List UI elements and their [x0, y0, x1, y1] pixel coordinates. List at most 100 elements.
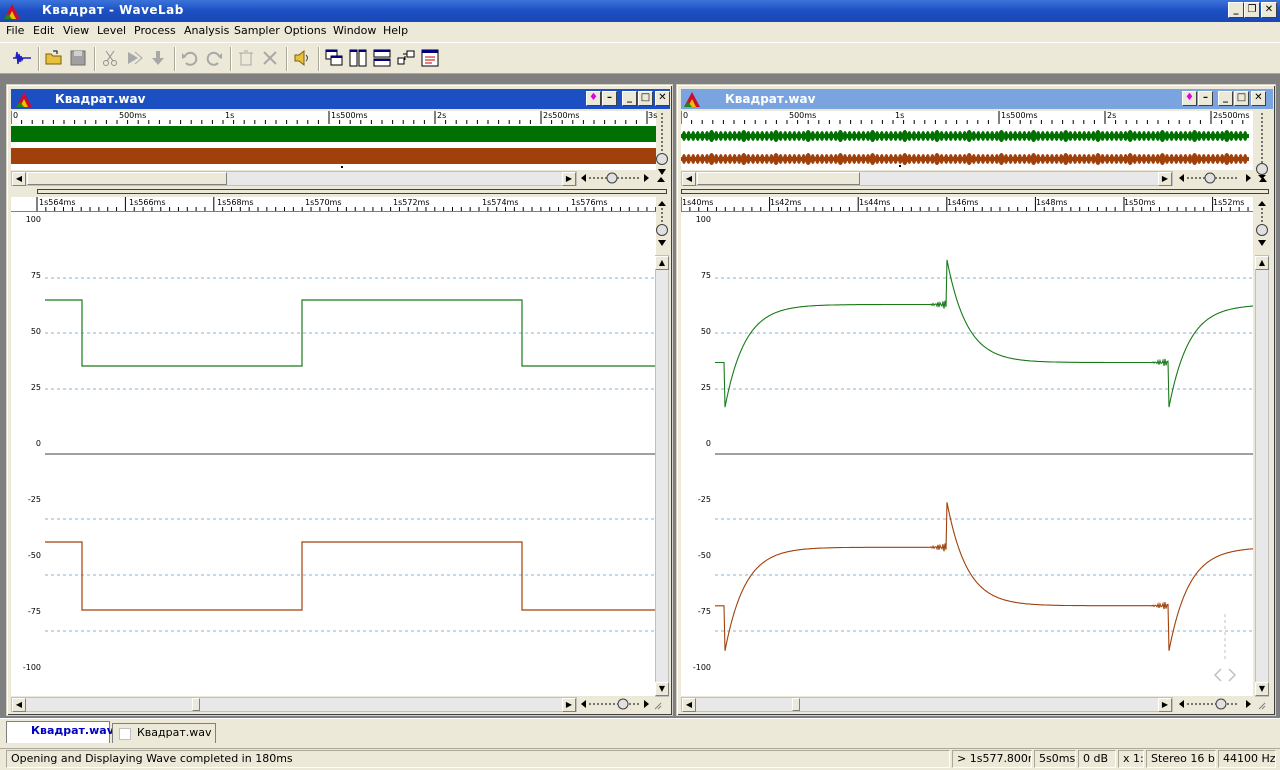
arrange-windows-icon[interactable]: [396, 48, 416, 68]
window-list-icon[interactable]: [420, 48, 440, 68]
scroll-right-button[interactable]: ▶: [1158, 172, 1172, 186]
overview-zoom-slider[interactable]: [1177, 171, 1255, 186]
scroll-right-button[interactable]: ▶: [562, 698, 576, 712]
scroll-up-icon[interactable]: [1257, 173, 1269, 185]
overview-zoom-slider[interactable]: [579, 171, 651, 186]
scale-label: 100: [695, 215, 711, 224]
tile-vertical-icon[interactable]: [348, 48, 368, 68]
trash-icon[interactable]: [236, 48, 256, 68]
marker-pin-icon[interactable]: ♦: [1182, 91, 1197, 106]
overview-waveform[interactable]: [11, 124, 656, 170]
menu-view[interactable]: View: [63, 24, 89, 37]
ruler-label: 1s564ms: [39, 198, 76, 207]
menu-sampler[interactable]: Sampler: [234, 24, 280, 37]
overview-horizontal-scrollbar[interactable]: ◀ ▶: [681, 171, 1173, 186]
menu-analysis[interactable]: Analysis: [184, 24, 229, 37]
overview-vertical-zoom-slider[interactable]: [655, 111, 669, 179]
scroll-thumb[interactable]: [792, 698, 800, 711]
overview-waveform[interactable]: [681, 124, 1253, 170]
menu-file[interactable]: File: [6, 24, 24, 37]
overview-divider[interactable]: [681, 189, 1269, 194]
save-disk-icon[interactable]: [68, 48, 88, 68]
scroll-thumb[interactable]: [697, 172, 860, 185]
close-button[interactable]: ✕: [1261, 2, 1277, 18]
cut-icon[interactable]: [100, 48, 120, 68]
wave-window-left-titlebar[interactable]: Квадрат.wav ♦ – _ □ ✕: [11, 89, 670, 109]
menu-edit[interactable]: Edit: [33, 24, 54, 37]
overview-divider[interactable]: [37, 189, 667, 194]
child-close-button[interactable]: ✕: [1251, 91, 1266, 106]
restore-button[interactable]: ❐: [1244, 2, 1260, 18]
tile-horizontal-icon[interactable]: [372, 48, 392, 68]
scroll-left-button[interactable]: ◀: [682, 172, 696, 186]
scroll-up-button[interactable]: ▲: [655, 256, 669, 270]
child-close-button[interactable]: ✕: [655, 91, 670, 106]
scale-label: 0: [705, 439, 711, 448]
collapse-button[interactable]: –: [602, 91, 617, 106]
ruler-label: 1s500ms: [1001, 111, 1038, 120]
detail-horizontal-scrollbar[interactable]: ◀ ▶: [11, 697, 577, 712]
app-title-bar[interactable]: Квадрат - WaveLab _ ❐ ✕: [0, 0, 1280, 22]
status-cursor-position: > 1s577.800ms: [952, 750, 1032, 768]
play-selection-icon[interactable]: [124, 48, 144, 68]
wave-window-right-titlebar[interactable]: Квадрат.wav ♦ – _ □ ✕: [681, 89, 1273, 109]
tab-label: Квадрат.wav: [31, 724, 114, 737]
child-minimize-button[interactable]: _: [1218, 91, 1233, 106]
menu-level[interactable]: Level: [97, 24, 126, 37]
toolbar: [0, 42, 1280, 74]
detail-time-ruler[interactable]: 1s40ms 1s42ms 1s44ms 1s46ms 1s48ms 1s50m…: [680, 197, 1253, 212]
undo-icon[interactable]: [180, 48, 200, 68]
menu-process[interactable]: Process: [134, 24, 176, 37]
waveform-display-left-window[interactable]: [45, 212, 656, 696]
overview-time-ruler[interactable]: 0 500ms 1s 1s500ms 2s 2s500ms 3s: [10, 111, 657, 125]
scroll-left-button[interactable]: ◀: [682, 698, 696, 712]
waveform-icon[interactable]: [12, 48, 32, 68]
marker-pin-icon[interactable]: ♦: [586, 91, 601, 106]
menu-help[interactable]: Help: [383, 24, 408, 37]
down-arrow-icon[interactable]: [148, 48, 168, 68]
waveform-display-right-window[interactable]: [715, 212, 1253, 696]
detail-vertical-scrollbar[interactable]: ▲ ▼: [1255, 255, 1269, 697]
delete-x-icon[interactable]: [260, 48, 280, 68]
speaker-icon[interactable]: [292, 48, 312, 68]
scroll-right-button[interactable]: ▶: [1158, 698, 1172, 712]
open-folder-icon[interactable]: [44, 48, 64, 68]
scroll-down-button[interactable]: ▼: [655, 682, 669, 696]
detail-time-ruler[interactable]: 1s564ms 1s566ms 1s568ms 1s570ms 1s572ms …: [11, 197, 657, 212]
child-minimize-button[interactable]: _: [622, 91, 637, 106]
scroll-up-button[interactable]: ▲: [1255, 256, 1269, 270]
scroll-thumb[interactable]: [27, 172, 227, 185]
ruler-label: 1s574ms: [482, 198, 519, 207]
child-maximize-button[interactable]: □: [638, 91, 653, 106]
detail-vertical-scrollbar[interactable]: ▲ ▼: [655, 255, 669, 697]
menu-options[interactable]: Options: [284, 24, 326, 37]
scale-label: 75: [30, 271, 41, 280]
detail-zoom-slider[interactable]: [579, 697, 663, 712]
cascade-windows-icon[interactable]: [324, 48, 344, 68]
redo-icon[interactable]: [204, 48, 224, 68]
ruler-label: 1s500ms: [331, 111, 368, 120]
detail-zoom-slider[interactable]: [1177, 697, 1269, 712]
scroll-thumb[interactable]: [192, 698, 200, 711]
overview-time-ruler[interactable]: 0 500ms 1s 1s500ms 2s 2s500ms: [680, 111, 1253, 125]
collapse-button[interactable]: –: [1198, 91, 1213, 106]
scale-label: -50: [27, 551, 41, 560]
detail-vertical-zoom-slider[interactable]: [1255, 198, 1269, 248]
wave-window-left[interactable]: Квадрат.wav ♦ – _ □ ✕ 0 500ms 1s 1s500ms…: [6, 84, 673, 716]
menu-window[interactable]: Window: [333, 24, 376, 37]
overview-vertical-zoom-slider[interactable]: [1255, 111, 1269, 179]
scroll-left-button[interactable]: ◀: [12, 172, 26, 186]
scroll-down-button[interactable]: ▼: [1255, 682, 1269, 696]
detail-vertical-zoom-slider[interactable]: [655, 198, 669, 248]
overview-horizontal-scrollbar[interactable]: ◀ ▶: [11, 171, 577, 186]
document-tab-1[interactable]: Квадрат.wav: [6, 721, 114, 743]
scroll-right-button[interactable]: ▶: [562, 172, 576, 186]
document-tab-2[interactable]: Квадрат.wav: [112, 723, 216, 743]
wave-window-right[interactable]: Квадрат.wav ♦ – _ □ ✕ 0 500ms 1s 1s500ms…: [676, 84, 1276, 716]
scroll-up-icon[interactable]: [655, 173, 667, 185]
child-maximize-button[interactable]: □: [1234, 91, 1249, 106]
ruler-label: 1s: [895, 111, 905, 120]
detail-horizontal-scrollbar[interactable]: ◀ ▶: [681, 697, 1173, 712]
scroll-left-button[interactable]: ◀: [12, 698, 26, 712]
minimize-button[interactable]: _: [1228, 2, 1244, 18]
